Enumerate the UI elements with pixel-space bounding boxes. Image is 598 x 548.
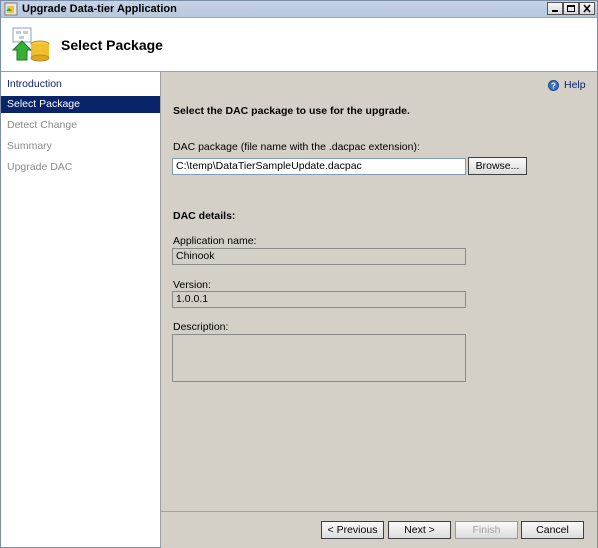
minimize-button[interactable]: [547, 2, 563, 15]
finish-button: Finish: [455, 521, 518, 539]
browse-button[interactable]: Browse...: [468, 157, 527, 175]
app-name-label: Application name:: [173, 235, 257, 247]
cancel-button[interactable]: Cancel: [521, 521, 584, 539]
previous-button[interactable]: < Previous: [321, 521, 384, 539]
package-label: DAC package (file name with the .dacpac …: [173, 141, 420, 153]
nav-item-detect-change: Detect Change: [7, 119, 78, 131]
upgrade-dac-window: Upgrade Data-tier Application Select Pac…: [0, 0, 598, 548]
app-icon: [4, 2, 18, 16]
instruction-text: Select the DAC package to use for the up…: [173, 105, 410, 117]
package-path-input[interactable]: C:\temp\DataTierSampleUpdate.dacpac: [172, 158, 466, 175]
maximize-icon: [567, 5, 575, 12]
title-bar[interactable]: Upgrade Data-tier Application: [1, 1, 597, 18]
page-title: Select Package: [61, 37, 163, 53]
nav-item-select-package[interactable]: Select Package: [1, 96, 160, 113]
nav-item-introduction[interactable]: Introduction: [1, 76, 160, 93]
window-title: Upgrade Data-tier Application: [22, 3, 177, 15]
app-name-field: Chinook: [172, 248, 466, 265]
next-button[interactable]: Next >: [388, 521, 451, 539]
version-label: Version:: [173, 279, 211, 291]
nav-item-summary: Summary: [7, 140, 52, 152]
upgrade-package-icon: [11, 27, 50, 62]
nav-item-upgrade-dac: Upgrade DAC: [7, 161, 73, 173]
close-button[interactable]: [579, 2, 595, 15]
close-icon: [583, 4, 591, 13]
wizard-header: Select Package: [1, 18, 597, 72]
description-field: [172, 334, 466, 382]
dac-details-heading: DAC details:: [173, 210, 236, 222]
help-icon[interactable]: ?: [548, 80, 559, 91]
help-link[interactable]: Help: [564, 79, 586, 91]
maximize-button[interactable]: [563, 2, 579, 15]
version-field: 1.0.0.1: [172, 291, 466, 308]
minimize-icon: [552, 10, 558, 12]
svg-text:?: ?: [551, 82, 556, 91]
description-label: Description:: [173, 321, 229, 333]
wizard-nav: Introduction Select Package Detect Chang…: [1, 72, 161, 547]
